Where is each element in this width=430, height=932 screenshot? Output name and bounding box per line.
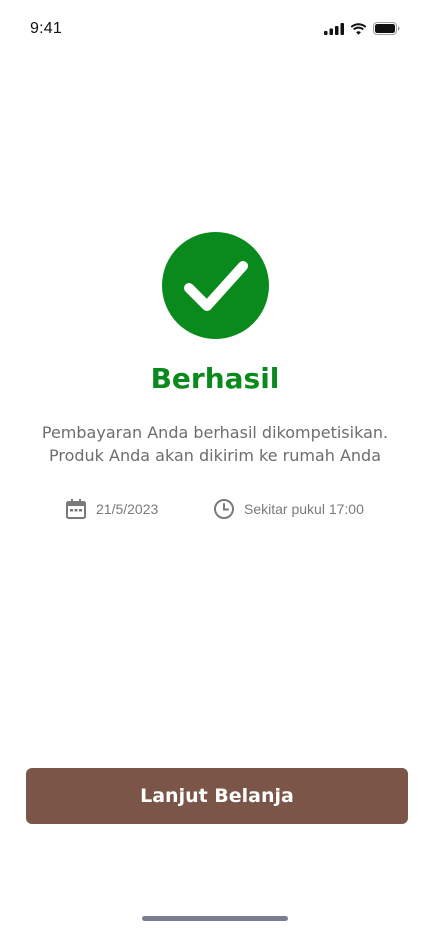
success-message-line-1: Pembayaran Anda berhasil dikompetisikan.	[41, 423, 389, 442]
status-time: 9:41	[30, 20, 62, 37]
delivery-info: 21/5/2023 Sekitar pukul 17:00	[0, 498, 430, 524]
clock-icon	[214, 499, 234, 519]
success-badge	[162, 232, 269, 339]
home-indicator[interactable]	[142, 916, 288, 921]
delivery-time: Sekitar pukul 17:00	[213, 498, 364, 520]
status-icons	[324, 22, 400, 35]
delivery-date: 21/5/2023	[65, 498, 158, 520]
checkmark-icon	[183, 260, 248, 311]
wifi-icon	[350, 22, 367, 35]
status-bar: 9:41	[0, 0, 430, 60]
delivery-time-text: Sekitar pukul 17:00	[244, 501, 364, 517]
success-title: Berhasil	[150, 362, 280, 395]
delivery-date-text: 21/5/2023	[96, 501, 159, 517]
success-message: Pembayaran Anda berhasil dikompetisikan.…	[0, 421, 430, 467]
battery-icon	[373, 22, 400, 35]
success-message-line-2: Produk Anda akan dikirim ke rumah Anda	[49, 446, 381, 465]
calendar-icon	[66, 499, 86, 519]
continue-shopping-button[interactable]: Lanjut Belanja	[26, 768, 408, 824]
cellular-signal-icon	[324, 22, 344, 35]
